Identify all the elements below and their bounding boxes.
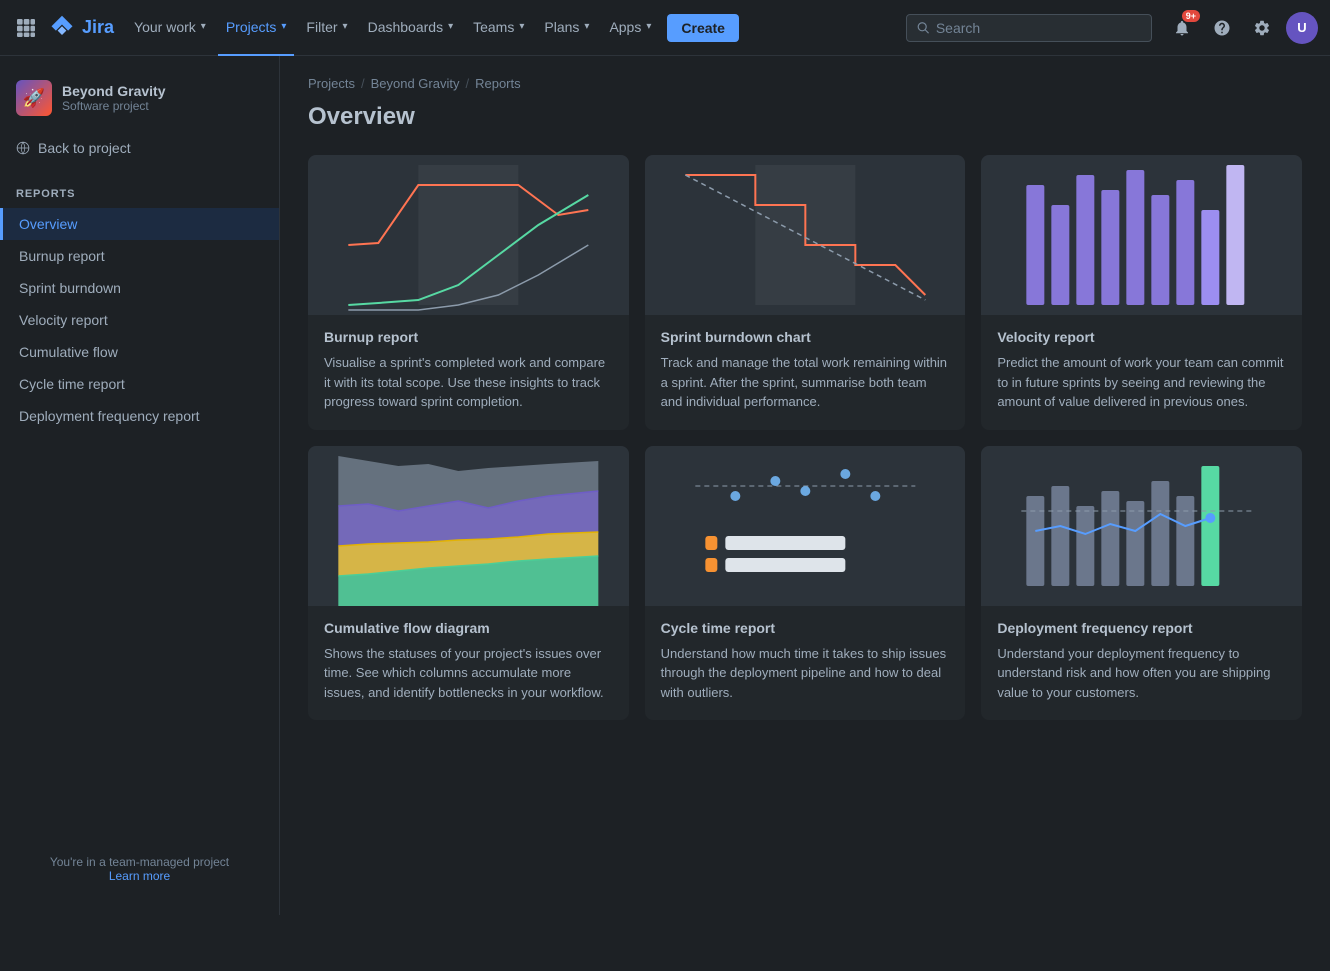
nav-apps[interactable]: Apps ▾ — [601, 0, 659, 56]
back-to-project[interactable]: Back to project — [0, 132, 279, 164]
report-card-velocity[interactable]: Velocity report Predict the amount of wo… — [981, 155, 1302, 430]
jira-logo[interactable]: Jira — [48, 14, 114, 42]
velocity-visual — [981, 155, 1302, 315]
deployment-title: Deployment frequency report — [997, 620, 1286, 636]
globe-icon — [16, 141, 30, 155]
project-avatar: 🚀 — [16, 80, 52, 116]
sidebar-item-cycle-time[interactable]: Cycle time report — [0, 368, 279, 400]
breadcrumb-projects[interactable]: Projects — [308, 76, 355, 91]
search-bar[interactable] — [906, 14, 1152, 42]
notifications-button[interactable]: 9+ — [1166, 12, 1198, 44]
cumulative-card-body: Cumulative flow diagram Shows the status… — [308, 606, 629, 721]
sprint-burndown-visual — [645, 155, 966, 315]
project-name: Beyond Gravity — [62, 83, 165, 99]
velocity-desc: Predict the amount of work your team can… — [997, 353, 1286, 412]
layout: 🚀 Beyond Gravity Software project Back t… — [0, 56, 1330, 915]
cumulative-desc: Shows the statuses of your project's iss… — [324, 644, 613, 703]
avatar[interactable]: U — [1286, 12, 1318, 44]
deployment-visual — [981, 446, 1302, 606]
nav-teams[interactable]: Teams ▾ — [465, 0, 532, 56]
breadcrumb-reports[interactable]: Reports — [475, 76, 521, 91]
sidebar: 🚀 Beyond Gravity Software project Back t… — [0, 56, 280, 915]
report-card-sprint-burndown[interactable]: Sprint burndown chart Track and manage t… — [645, 155, 966, 430]
cumulative-title: Cumulative flow diagram — [324, 620, 613, 636]
grid-icon[interactable] — [12, 14, 40, 42]
cycle-time-visual — [645, 446, 966, 606]
settings-button[interactable] — [1246, 12, 1278, 44]
cumulative-visual — [308, 446, 629, 606]
velocity-card-body: Velocity report Predict the amount of wo… — [981, 315, 1302, 430]
gear-icon — [1253, 19, 1271, 37]
sidebar-item-overview[interactable]: Overview — [0, 208, 279, 240]
search-input[interactable] — [936, 20, 1141, 36]
sidebar-project-info: Beyond Gravity Software project — [62, 83, 165, 113]
cycle-time-card-body: Cycle time report Understand how much ti… — [645, 606, 966, 721]
logo-text: Jira — [82, 17, 114, 38]
sprint-burndown-desc: Track and manage the total work remainin… — [661, 353, 950, 412]
help-button[interactable] — [1206, 12, 1238, 44]
breadcrumb: Projects / Beyond Gravity / Reports — [308, 76, 1302, 91]
page-title: Overview — [308, 103, 1302, 131]
deployment-card-body: Deployment frequency report Understand y… — [981, 606, 1302, 721]
report-card-deployment[interactable]: Deployment frequency report Understand y… — [981, 446, 1302, 721]
report-card-burnup[interactable]: Burnup report Visualise a sprint's compl… — [308, 155, 629, 430]
velocity-title: Velocity report — [997, 329, 1286, 345]
sidebar-item-velocity[interactable]: Velocity report — [0, 304, 279, 336]
nav-projects[interactable]: Projects ▾ — [218, 0, 295, 56]
deployment-desc: Understand your deployment frequency to … — [997, 644, 1286, 703]
burnup-desc: Visualise a sprint's completed work and … — [324, 353, 613, 412]
report-card-cumulative[interactable]: Cumulative flow diagram Shows the status… — [308, 446, 629, 721]
nav-your-work[interactable]: Your work ▾ — [126, 0, 214, 56]
breadcrumb-beyond-gravity[interactable]: Beyond Gravity — [371, 76, 460, 91]
sidebar-footer: You're in a team-managed project Learn m… — [0, 839, 279, 899]
reports-section-label: Reports — [0, 180, 279, 208]
help-icon — [1213, 19, 1231, 37]
sidebar-project: 🚀 Beyond Gravity Software project — [0, 72, 279, 132]
back-label: Back to project — [38, 140, 131, 156]
report-card-cycle-time[interactable]: Cycle time report Understand how much ti… — [645, 446, 966, 721]
cycle-time-desc: Understand how much time it takes to shi… — [661, 644, 950, 703]
burnup-title: Burnup report — [324, 329, 613, 345]
main-content: Projects / Beyond Gravity / Reports Over… — [280, 56, 1330, 915]
project-type: Software project — [62, 99, 165, 113]
burnup-card-body: Burnup report Visualise a sprint's compl… — [308, 315, 629, 430]
burnup-visual — [308, 155, 629, 315]
nav-icons: 9+ U — [1166, 12, 1318, 44]
cycle-time-title: Cycle time report — [661, 620, 950, 636]
sprint-burndown-card-body: Sprint burndown chart Track and manage t… — [645, 315, 966, 430]
sidebar-item-sprint-burndown[interactable]: Sprint burndown — [0, 272, 279, 304]
sidebar-item-cumulative[interactable]: Cumulative flow — [0, 336, 279, 368]
sprint-burndown-title: Sprint burndown chart — [661, 329, 950, 345]
create-button[interactable]: Create — [667, 14, 739, 42]
sidebar-item-burnup[interactable]: Burnup report — [0, 240, 279, 272]
learn-more-link[interactable]: Learn more — [109, 869, 170, 883]
topnav: Jira Your work ▾ Projects ▾ Filter ▾ Das… — [0, 0, 1330, 56]
sidebar-item-deployment[interactable]: Deployment frequency report — [0, 400, 279, 432]
reports-grid: Burnup report Visualise a sprint's compl… — [308, 155, 1302, 720]
notification-badge: 9+ — [1182, 10, 1200, 22]
nav-dashboards[interactable]: Dashboards ▾ — [360, 0, 462, 56]
nav-filter[interactable]: Filter ▾ — [298, 0, 355, 56]
search-icon — [917, 21, 930, 35]
nav-plans[interactable]: Plans ▾ — [536, 0, 597, 56]
